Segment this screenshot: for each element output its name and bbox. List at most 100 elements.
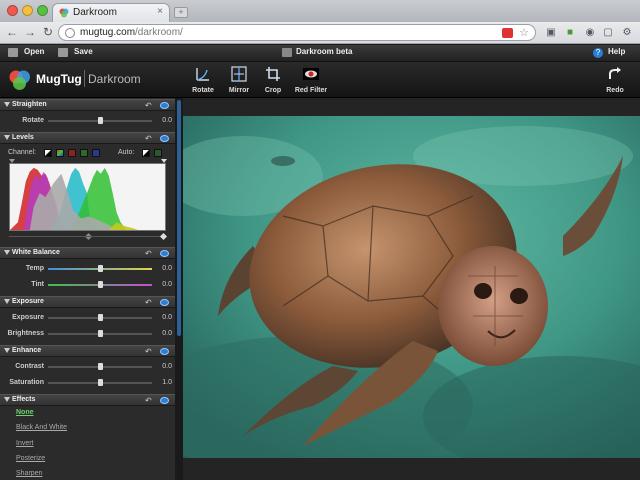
- browser-tab-bar: Darkroom × +: [0, 0, 640, 22]
- undo-icon[interactable]: ↶: [145, 134, 152, 143]
- eye-icon[interactable]: [160, 135, 169, 142]
- extension-screen-icon[interactable]: ▢: [601, 26, 615, 40]
- slider-knob[interactable]: [97, 330, 103, 337]
- effects-section-header[interactable]: Effects ↶: [0, 394, 175, 406]
- undo-icon[interactable]: ↶: [145, 396, 152, 405]
- scrollbar-thumb[interactable]: [177, 100, 181, 336]
- eye-icon[interactable]: [160, 348, 169, 355]
- folder-icon: [282, 48, 292, 57]
- redo-button[interactable]: Redo: [593, 66, 637, 96]
- collapse-triangle-icon[interactable]: [4, 135, 10, 140]
- url-text: mugtug.com/darkroom/: [80, 27, 183, 38]
- auto-all-swatch[interactable]: [142, 149, 150, 157]
- sea-turtle-photo[interactable]: [183, 116, 640, 458]
- enhance-section-header[interactable]: Enhance ↶: [0, 345, 175, 357]
- tab-close-icon[interactable]: ×: [157, 6, 163, 17]
- temp-slider[interactable]: [48, 265, 152, 272]
- open-button[interactable]: Open: [24, 47, 44, 56]
- temp-label: Temp: [25, 265, 44, 272]
- close-window-button[interactable]: [7, 5, 18, 16]
- brightness-value: 0.0: [162, 330, 172, 337]
- sidebar-scrollbar[interactable]: [175, 98, 183, 480]
- extension-green-icon[interactable]: ■: [563, 26, 577, 40]
- new-tab-button[interactable]: +: [174, 7, 188, 18]
- mugtug-logo-icon: [9, 70, 30, 90]
- rotate-slider[interactable]: [48, 117, 152, 124]
- browser-tab[interactable]: Darkroom ×: [52, 3, 170, 22]
- help-button[interactable]: Help: [608, 47, 625, 56]
- slider-knob[interactable]: [97, 363, 103, 370]
- save-button[interactable]: Save: [74, 47, 93, 56]
- pdf-extension-icon[interactable]: [502, 28, 513, 38]
- save-icon: [58, 48, 68, 57]
- forward-arrow-icon[interactable]: →: [23, 25, 37, 39]
- exposure-section-header[interactable]: Exposure ↶: [0, 296, 175, 308]
- reload-icon[interactable]: ↻: [41, 25, 55, 39]
- collapse-triangle-icon[interactable]: [4, 348, 10, 353]
- back-arrow-icon[interactable]: ←: [5, 25, 19, 39]
- exposure-slider[interactable]: [48, 314, 152, 321]
- effect-posterize[interactable]: Posterize: [16, 455, 45, 462]
- minimize-window-button[interactable]: [22, 5, 33, 16]
- channel-all-swatch[interactable]: [44, 149, 52, 157]
- output-levels-track: [9, 236, 166, 237]
- auto-label: Auto:: [118, 149, 135, 156]
- collapse-triangle-icon[interactable]: [4, 299, 10, 304]
- address-bar[interactable]: mugtug.com/darkroom/ ☆: [58, 24, 536, 41]
- effect-none[interactable]: None: [16, 409, 34, 416]
- contrast-label: Contrast: [15, 363, 44, 370]
- extension-globe-icon[interactable]: ◉: [583, 26, 597, 40]
- tint-label: Tint: [31, 281, 44, 288]
- undo-icon[interactable]: ↶: [145, 298, 152, 307]
- levels-histogram: [9, 163, 166, 231]
- collapse-triangle-icon[interactable]: [4, 397, 10, 402]
- auto-color-swatch[interactable]: [154, 149, 162, 157]
- tint-value: 0.0: [162, 281, 172, 288]
- eye-icon[interactable]: [160, 299, 169, 306]
- eye-icon[interactable]: [160, 397, 169, 404]
- channel-green-swatch[interactable]: [80, 149, 88, 157]
- effect-invert[interactable]: Invert: [16, 440, 34, 447]
- eye-icon[interactable]: [160, 250, 169, 257]
- output-white-marker[interactable]: [159, 232, 168, 241]
- eye-icon[interactable]: [160, 102, 169, 109]
- rotate-value: 0.0: [162, 117, 172, 124]
- saturation-label: Saturation: [9, 379, 44, 386]
- levels-section-header[interactable]: Levels ↶: [0, 132, 175, 144]
- undo-icon[interactable]: ↶: [145, 347, 152, 356]
- slider-knob[interactable]: [97, 281, 103, 288]
- help-icon[interactable]: ?: [593, 48, 603, 58]
- red-filter-tool-button[interactable]: Red Filter: [289, 66, 333, 96]
- effect-sharpen[interactable]: Sharpen: [16, 470, 42, 477]
- collapse-triangle-icon[interactable]: [4, 102, 10, 107]
- app-title: Darkroom beta: [296, 47, 353, 56]
- straighten-section-header[interactable]: Straighten ↶: [0, 99, 175, 111]
- zoom-window-button[interactable]: [37, 5, 48, 16]
- slider-knob[interactable]: [97, 117, 103, 124]
- redo-icon: [609, 67, 621, 79]
- brightness-slider[interactable]: [48, 330, 152, 337]
- slider-knob[interactable]: [97, 265, 103, 272]
- app-menu-bar: Open Save Darkroom beta ? Help: [0, 45, 640, 62]
- channel-blue-swatch[interactable]: [92, 149, 100, 157]
- image-canvas: [183, 98, 640, 480]
- contrast-slider[interactable]: [48, 363, 152, 370]
- undo-icon[interactable]: ↶: [145, 101, 152, 110]
- channel-rgb-swatch[interactable]: [56, 149, 64, 157]
- slider-knob[interactable]: [97, 314, 103, 321]
- exposure-value: 0.0: [162, 314, 172, 321]
- wrench-menu-icon[interactable]: ⚙: [620, 26, 634, 40]
- mugtug-favicon-icon: [59, 8, 69, 18]
- tint-slider[interactable]: [48, 281, 152, 288]
- extension-lock-icon[interactable]: ▣: [544, 26, 558, 40]
- saturation-slider[interactable]: [48, 379, 152, 386]
- slider-knob[interactable]: [97, 379, 103, 386]
- effect-black-and-white[interactable]: Black And White: [16, 424, 67, 431]
- bookmark-star-icon[interactable]: ☆: [519, 26, 529, 39]
- white-balance-section-header[interactable]: White Balance ↶: [0, 247, 175, 259]
- undo-icon[interactable]: ↶: [145, 249, 152, 258]
- browser-toolbar: ← → ↻ mugtug.com/darkroom/ ☆ ▣ ■ ◉ ▢ ⚙: [0, 22, 640, 44]
- page-icon: [65, 28, 75, 38]
- collapse-triangle-icon[interactable]: [4, 250, 10, 255]
- channel-red-swatch[interactable]: [68, 149, 76, 157]
